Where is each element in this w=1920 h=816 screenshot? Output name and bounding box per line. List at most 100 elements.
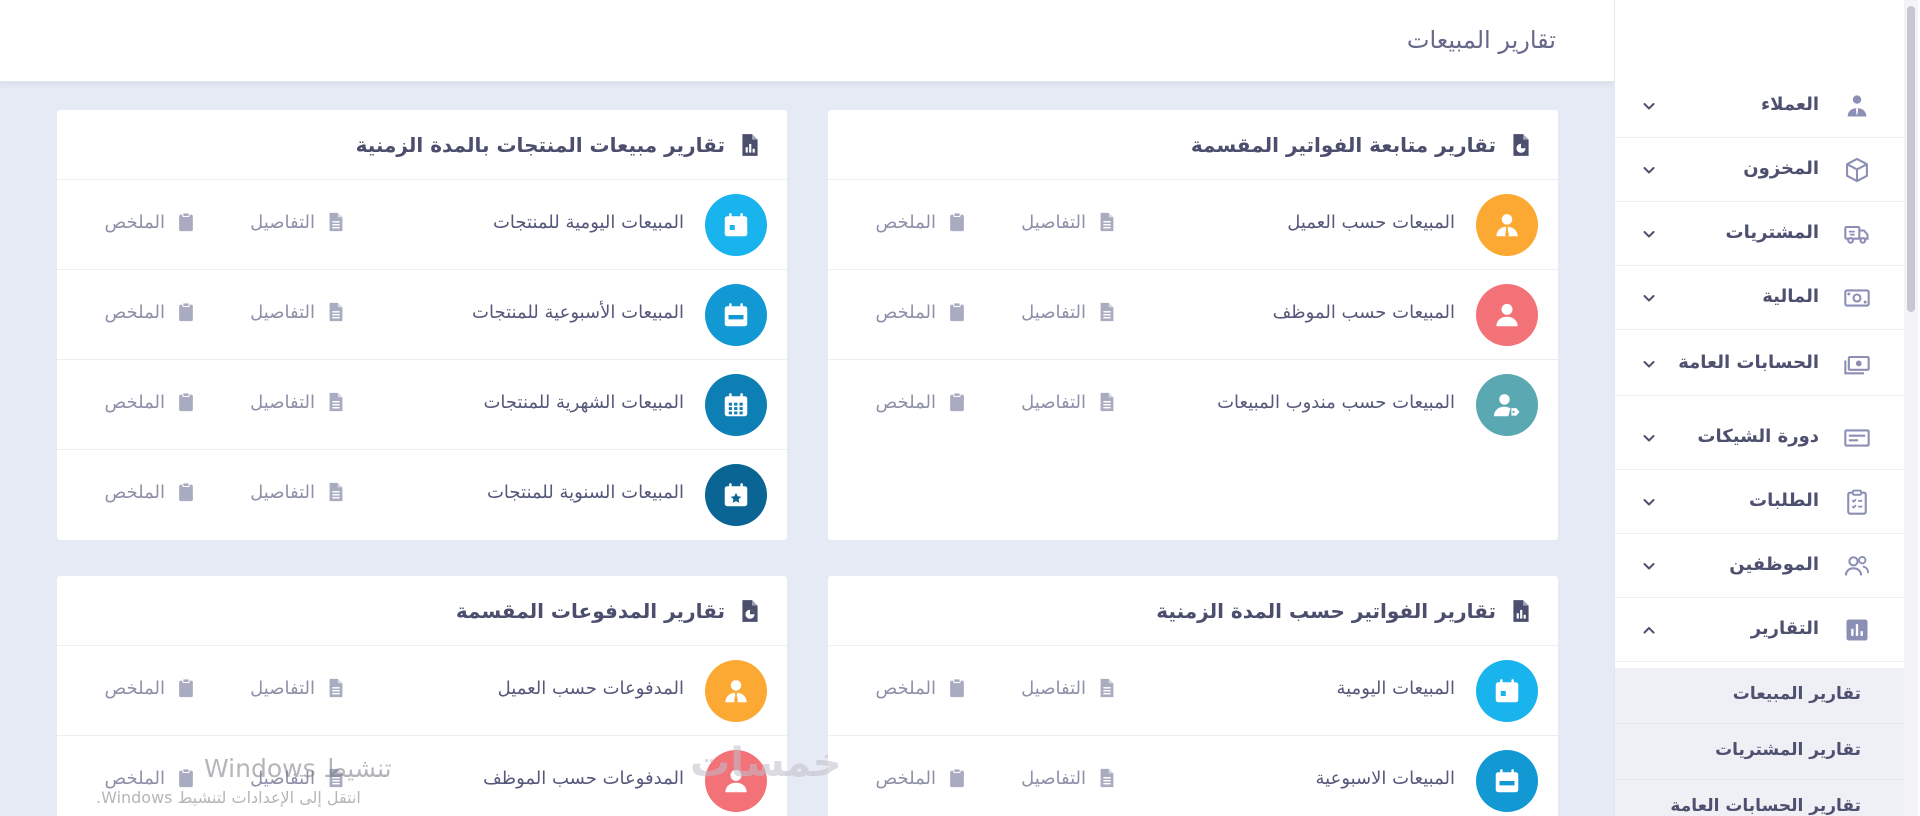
logo-watermark: خمسات	[690, 740, 842, 786]
sidebar-item-label: دورة الشيكات	[1697, 426, 1819, 447]
summary-label: الملخص	[104, 391, 165, 413]
scrollbar[interactable]	[1904, 0, 1918, 816]
document-icon	[325, 677, 347, 699]
summary-link[interactable]: الملخص	[104, 301, 197, 323]
chevron-down-icon[interactable]	[1641, 162, 1657, 178]
details-link[interactable]: التفاصيل	[250, 211, 347, 233]
user-tag-icon	[1476, 374, 1538, 436]
user-icon	[1476, 284, 1538, 346]
document-icon	[1096, 767, 1118, 789]
calendar-week-icon	[1476, 750, 1538, 812]
summary-link[interactable]: الملخص	[104, 767, 197, 789]
sidebar-subitem[interactable]: تقارير الحسابات العامة	[1615, 780, 1905, 816]
chevron-down-icon[interactable]	[1641, 494, 1657, 510]
calendar-day-icon	[1476, 660, 1538, 722]
sidebar-item-chart[interactable]: التقارير	[1615, 598, 1905, 662]
sidebar-item-cash[interactable]: الحسابات العامة	[1615, 332, 1905, 396]
details-link[interactable]: التفاصيل	[1021, 677, 1118, 699]
report-label: المبيعات حسب الموظف	[1272, 302, 1455, 323]
summary-link[interactable]: الملخص	[875, 767, 968, 789]
clipboard-icon	[175, 391, 197, 413]
details-link[interactable]: التفاصيل	[250, 677, 347, 699]
details-label: التفاصيل	[1021, 767, 1086, 789]
details-link[interactable]: التفاصيل	[1021, 391, 1118, 413]
chevron-down-icon[interactable]	[1641, 98, 1657, 114]
summary-label: الملخص	[875, 301, 936, 323]
document-icon	[1096, 391, 1118, 413]
file-pie-icon	[1508, 131, 1534, 159]
sidebar-subitem-label: تقارير الحسابات العامة	[1670, 796, 1861, 816]
clipboard-icon	[175, 481, 197, 503]
details-link[interactable]: التفاصيل	[1021, 301, 1118, 323]
clipboard-icon	[175, 767, 197, 789]
clipboard-icon	[175, 211, 197, 233]
details-link[interactable]: التفاصيل	[1021, 211, 1118, 233]
report-row: المبيعات اليومية التفاصيل الملخص	[828, 646, 1558, 736]
clipboard-icon	[175, 677, 197, 699]
chevron-down-icon[interactable]	[1641, 356, 1657, 372]
report-row: المبيعات الاسبوعية التفاصيل الملخص	[828, 736, 1558, 816]
clipboard-icon	[946, 301, 968, 323]
details-label: التفاصيل	[250, 481, 315, 503]
chevron-down-icon[interactable]	[1641, 558, 1657, 574]
details-label: التفاصيل	[250, 301, 315, 323]
details-label: التفاصيل	[250, 391, 315, 413]
summary-link[interactable]: الملخص	[104, 211, 197, 233]
summary-label: الملخص	[104, 211, 165, 233]
clipboard-icon	[946, 677, 968, 699]
document-icon	[1096, 677, 1118, 699]
card-header: تقارير متابعة الفواتير المقسمة	[828, 110, 1558, 180]
scrollbar-thumb[interactable]	[1907, 6, 1915, 312]
report-row: المبيعات اليومية للمنتجات التفاصيل الملخ…	[57, 180, 787, 270]
report-label: المبيعات اليومية	[1336, 678, 1455, 699]
summary-link[interactable]: الملخص	[875, 211, 968, 233]
summary-link[interactable]: الملخص	[875, 677, 968, 699]
file-chart-icon	[737, 131, 763, 159]
summary-label: الملخص	[875, 767, 936, 789]
document-icon	[325, 391, 347, 413]
reports-submenu: تقارير المبيعات تقارير المشتريات تقارير ال…	[1615, 668, 1905, 816]
sidebar-item-label: المخزون	[1743, 158, 1819, 179]
details-link[interactable]: التفاصيل	[1021, 767, 1118, 789]
summary-label: الملخص	[875, 677, 936, 699]
details-link[interactable]: التفاصيل	[250, 481, 347, 503]
chevron-up-icon[interactable]	[1641, 622, 1657, 638]
details-label: التفاصيل	[1021, 211, 1086, 233]
details-label: التفاصيل	[250, 211, 315, 233]
summary-link[interactable]: الملخص	[104, 391, 197, 413]
calendar-star-icon	[705, 464, 767, 526]
sidebar-item-money[interactable]: المالية	[1615, 266, 1905, 330]
summary-link[interactable]: الملخص	[875, 391, 968, 413]
summary-link[interactable]: الملخص	[104, 481, 197, 503]
details-label: التفاصيل	[1021, 677, 1086, 699]
summary-label: الملخص	[875, 211, 936, 233]
sidebar-item-clipboard[interactable]: الطلبات	[1615, 470, 1905, 534]
sidebar-item-label: المالية	[1762, 286, 1819, 307]
sidebar-subitem[interactable]: تقارير المشتريات	[1615, 724, 1905, 780]
sidebar-item-box[interactable]: المخزون	[1615, 138, 1905, 202]
sidebar-item-label: الحسابات العامة	[1678, 352, 1819, 373]
summary-label: الملخص	[875, 391, 936, 413]
summary-link[interactable]: الملخص	[875, 301, 968, 323]
calendar-day-icon	[705, 194, 767, 256]
cheque-icon	[1843, 424, 1871, 452]
calendar-week-icon	[705, 284, 767, 346]
details-link[interactable]: التفاصيل	[250, 391, 347, 413]
sidebar-item-label: المشتريات	[1725, 222, 1819, 243]
sidebar-item-users[interactable]: الموظفين	[1615, 534, 1905, 598]
chevron-down-icon[interactable]	[1641, 430, 1657, 446]
user-tie-icon	[1476, 194, 1538, 256]
sidebar-item-cheque[interactable]: دورة الشيكات	[1615, 406, 1905, 470]
summary-link[interactable]: الملخص	[104, 677, 197, 699]
document-icon	[325, 301, 347, 323]
top-bar: تقارير المبيعات	[0, 0, 1614, 82]
chevron-down-icon[interactable]	[1641, 226, 1657, 242]
sidebar-subitem[interactable]: تقارير المبيعات	[1615, 668, 1905, 724]
chevron-down-icon[interactable]	[1641, 290, 1657, 306]
sidebar-item-truck[interactable]: المشتريات	[1615, 202, 1905, 266]
details-label: التفاصيل	[250, 677, 315, 699]
sidebar-subitem-label: تقارير المبيعات	[1732, 684, 1861, 704]
sidebar-item-customers[interactable]: العملاء	[1615, 74, 1905, 138]
report-label: المبيعات حسب العميل	[1287, 212, 1455, 233]
details-link[interactable]: التفاصيل	[250, 301, 347, 323]
